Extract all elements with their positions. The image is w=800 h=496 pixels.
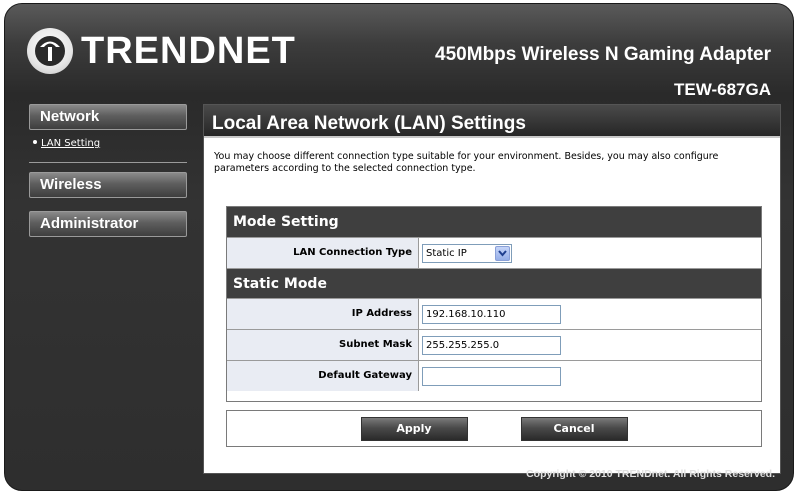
lan-connection-type-label: LAN Connection Type [227,238,419,268]
apply-button[interactable]: Apply [360,416,468,441]
ip-address-row: IP Address [227,298,761,329]
subnet-mask-input[interactable] [422,335,561,355]
ip-address-input[interactable] [422,304,561,324]
product-model: TEW-687GA [674,80,771,99]
copyright-text: Copyright © 2010 TRENDnet. All Rights Re… [526,468,775,480]
mode-setting-heading: Mode Setting [227,207,761,237]
lan-connection-type-select[interactable]: Static IP [422,243,512,263]
lan-connection-type-row: LAN Connection Type Static IP [227,237,761,268]
sidebar-item-wireless[interactable]: Wireless [29,172,187,198]
settings-panel: Mode Setting LAN Connection Type Static … [226,206,762,402]
lan-connection-type-value: Static IP [426,247,467,259]
ip-address-label: IP Address [227,299,419,329]
main-content: Local Area Network (LAN) Settings You ma… [203,104,781,474]
default-gateway-input[interactable] [422,366,561,386]
trendnet-logo: TRENDNET [27,26,296,76]
default-gateway-cell [419,361,761,391]
cancel-button[interactable]: Cancel [520,416,628,441]
subnet-mask-label: Subnet Mask [227,330,419,360]
default-gateway-label: Default Gateway [227,361,419,391]
router-admin-frame: TRENDNET 450Mbps Wireless N Gaming Adapt… [4,3,794,491]
static-mode-heading: Static Mode [227,268,761,298]
product-name: 450Mbps Wireless N Gaming Adapter [435,44,771,65]
lan-setting-link[interactable]: LAN Setting [41,138,100,149]
button-bar: Apply Cancel [226,410,762,447]
trendnet-logo-icon [27,28,73,74]
page-description: You may choose different connection type… [214,151,719,174]
sidebar-item-administrator[interactable]: Administrator [29,211,187,237]
product-header: 450Mbps Wireless N Gaming Adapter TEW-68… [435,44,771,100]
chevron-down-icon[interactable] [495,245,510,261]
default-gateway-row: Default Gateway [227,360,761,391]
sidebar-subitem-lan-setting: LAN Setting [29,135,187,163]
page-title: Local Area Network (LAN) Settings [204,105,780,138]
subnet-mask-cell [419,330,761,360]
bullet-icon [33,140,37,144]
lan-connection-type-cell: Static IP [419,238,761,268]
sidebar-item-network[interactable]: Network [29,104,187,130]
subnet-mask-row: Subnet Mask [227,329,761,360]
logo-text: TRENDNET [81,29,296,72]
ip-address-cell [419,299,761,329]
